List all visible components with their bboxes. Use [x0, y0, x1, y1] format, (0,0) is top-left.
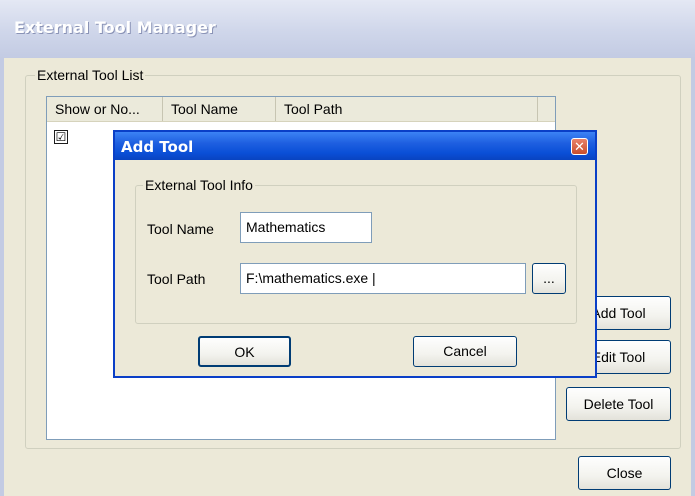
close-button[interactable]: Close: [578, 456, 671, 490]
external-tool-info-group: [135, 185, 577, 324]
dialog-title: Add Tool: [121, 138, 194, 156]
tool-path-value: F:\mathematics.exe: [246, 270, 369, 286]
add-tool-dialog: Add Tool ✕ External Tool Info Tool Name …: [113, 130, 597, 378]
browse-button[interactable]: ...: [532, 263, 566, 294]
column-header-tool-path[interactable]: Tool Path: [276, 97, 538, 121]
dialog-close-icon[interactable]: ✕: [571, 138, 588, 155]
main-title-bar[interactable]: External Tool Manager: [0, 0, 695, 58]
tool-path-label: Tool Path: [147, 271, 206, 287]
main-window-title: External Tool Manager: [14, 18, 216, 37]
tool-name-field[interactable]: Mathematics: [240, 212, 372, 243]
dialog-title-bar[interactable]: Add Tool ✕: [115, 132, 595, 160]
list-header: Show or No... Tool Name Tool Path: [47, 97, 555, 122]
text-cursor: |: [368, 270, 376, 286]
column-header-tool-name[interactable]: Tool Name: [163, 97, 276, 121]
tool-name-label: Tool Name: [147, 221, 214, 237]
external-tool-list-label: External Tool List: [35, 67, 146, 83]
row-show-checkbox[interactable]: ☑: [54, 130, 68, 144]
window-border-left: [0, 58, 4, 496]
delete-tool-button[interactable]: Delete Tool: [566, 387, 671, 421]
column-header-show[interactable]: Show or No...: [47, 97, 163, 121]
tool-path-field[interactable]: F:\mathematics.exe |: [240, 263, 526, 294]
ok-button[interactable]: OK: [198, 336, 291, 367]
window-border-right: [691, 58, 695, 496]
cancel-button[interactable]: Cancel: [413, 336, 517, 367]
external-tool-info-label: External Tool Info: [143, 177, 255, 193]
